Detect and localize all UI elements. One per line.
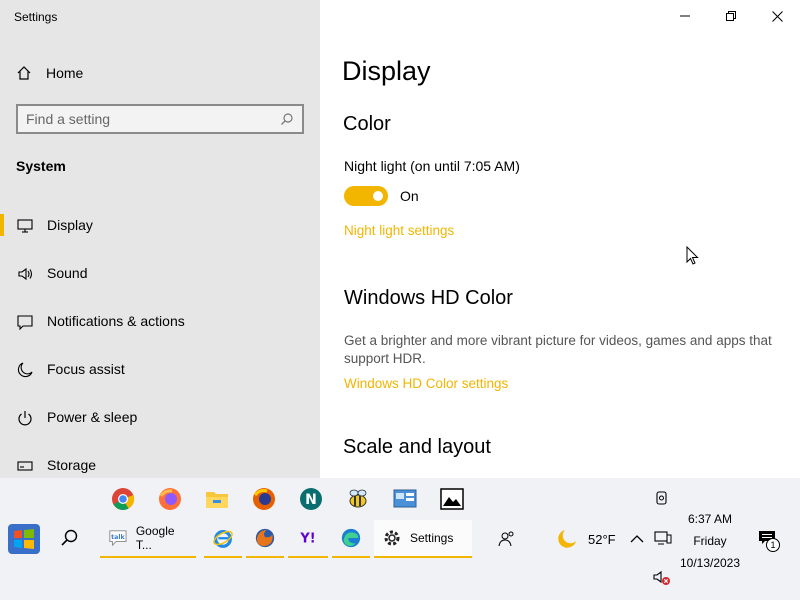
search-icon — [61, 529, 78, 546]
minimize-icon — [680, 15, 690, 17]
search-icon[interactable] — [280, 112, 294, 126]
notification-icon — [16, 313, 34, 331]
scale-layout-heading: Scale and layout — [343, 436, 491, 458]
windows-logo-icon — [8, 524, 40, 554]
sidebar-item-power-sleep[interactable]: Power & sleep — [0, 400, 320, 448]
search-box[interactable] — [16, 104, 304, 134]
image-viewer-icon[interactable] — [437, 486, 467, 512]
power-icon — [16, 409, 34, 427]
taskbar-search-button[interactable] — [60, 528, 80, 553]
notification-count-badge: 1 — [766, 538, 780, 552]
firefox-icon[interactable] — [155, 486, 185, 512]
network-icon[interactable] — [654, 530, 672, 546]
meet-now-icon[interactable] — [654, 490, 670, 506]
toggle-state-label: On — [400, 188, 419, 204]
weather-temperature: 52°F — [588, 531, 616, 547]
home-link[interactable]: Home — [16, 62, 83, 84]
svg-text:talk: talk — [111, 534, 125, 541]
gear-icon — [384, 530, 400, 546]
taskbar-app-yahoo[interactable]: Y! — [288, 520, 328, 558]
storage-icon — [16, 457, 34, 475]
close-button[interactable] — [754, 0, 800, 32]
sidebar-item-label: Notifications & actions — [47, 313, 185, 329]
sidebar-item-display[interactable]: Display — [0, 208, 320, 256]
taskbar-app-settings[interactable]: Settings — [374, 520, 472, 558]
taskbar-app-label: Settings — [410, 531, 454, 545]
sidebar-item-sound[interactable]: Sound — [0, 256, 320, 304]
home-icon — [17, 66, 31, 80]
google-talk-icon: talk — [109, 530, 127, 547]
night-light-toggle[interactable] — [344, 186, 388, 206]
sidebar-item-label: Storage — [47, 457, 97, 473]
taskbar-app-internet-explorer[interactable] — [204, 520, 242, 558]
chrome-icon[interactable] — [108, 486, 138, 512]
weather-widget[interactable]: 52°F — [556, 528, 616, 550]
minimize-button[interactable] — [662, 0, 708, 32]
search-input[interactable] — [26, 111, 280, 127]
taskbar-app-firefox-old[interactable] — [246, 520, 284, 558]
hd-color-settings-link[interactable]: Windows HD Color settings — [344, 376, 508, 391]
taskbar-pinned-row: N — [108, 486, 484, 512]
night-light-settings-link[interactable]: Night light settings — [344, 223, 454, 238]
sidebar-nav: Display Sound Notifications & actions Fo… — [0, 208, 320, 496]
moon-weather-icon — [558, 530, 576, 548]
action-center-button[interactable]: 1 — [758, 530, 784, 556]
home-label: Home — [46, 65, 84, 81]
mouse-cursor-icon — [686, 246, 699, 265]
netscape-icon[interactable]: N — [296, 486, 326, 512]
app-title: Settings — [14, 10, 58, 24]
sidebar-item-label: Power & sleep — [47, 409, 138, 425]
settings-window: Settings Home System Display Sound — [0, 0, 800, 478]
hd-color-heading: Windows HD Color — [344, 287, 513, 309]
show-hidden-icons-icon[interactable] — [630, 534, 644, 544]
sidebar-item-notifications[interactable]: Notifications & actions — [0, 304, 320, 352]
speaker-icon — [16, 265, 34, 283]
color-heading: Color — [343, 113, 391, 135]
internet-explorer-icon — [213, 529, 233, 548]
taskbar: N talk Google T... Y! Settings 52°F 6:37… — [0, 478, 800, 600]
clock-date: 10/13/2023 — [679, 556, 741, 570]
clock-day: Friday — [693, 534, 727, 548]
start-button[interactable] — [6, 522, 42, 556]
taskbar-app-label: Google T... — [135, 524, 175, 552]
night-light-label: Night light (on until 7:05 AM) — [344, 158, 520, 174]
firefox-dev-icon[interactable] — [249, 486, 279, 512]
monitor-icon — [16, 217, 34, 235]
control-panel-icon[interactable] — [390, 486, 420, 512]
hd-color-description: Get a brighter and more vibrant picture … — [344, 333, 772, 366]
sidebar-item-label: Focus assist — [47, 361, 125, 377]
bee-app-icon[interactable] — [343, 486, 373, 512]
page-title: Display — [342, 56, 431, 86]
sidebar-item-label: Sound — [47, 265, 88, 281]
section-label: System — [16, 158, 66, 174]
taskbar-people-button[interactable] — [490, 520, 526, 558]
sidebar-item-focus-assist[interactable]: Focus assist — [0, 352, 320, 400]
window-controls — [662, 0, 800, 32]
svg-text:Y!: Y! — [299, 532, 315, 547]
clock-time: 6:37 AM — [687, 512, 733, 526]
restore-button[interactable] — [708, 0, 754, 32]
taskbar-app-edge[interactable] — [332, 520, 370, 558]
moon-icon — [16, 361, 34, 379]
edge-icon — [341, 528, 361, 548]
yahoo-icon: Y! — [299, 532, 315, 547]
svg-text:N: N — [305, 492, 317, 508]
file-explorer-icon[interactable] — [202, 486, 232, 512]
volume-muted-icon[interactable] — [652, 570, 672, 586]
taskbar-app-google-talk[interactable]: talk Google T... — [100, 520, 196, 558]
sidebar: Settings Home System Display Sound — [0, 0, 320, 478]
firefox-old-icon — [255, 528, 275, 548]
restore-icon — [726, 11, 736, 21]
close-icon — [771, 10, 783, 22]
sidebar-item-label: Display — [47, 217, 93, 233]
people-icon — [498, 531, 514, 547]
taskbar-clock[interactable]: 6:37 AM Friday 10/13/2023 — [672, 508, 748, 574]
